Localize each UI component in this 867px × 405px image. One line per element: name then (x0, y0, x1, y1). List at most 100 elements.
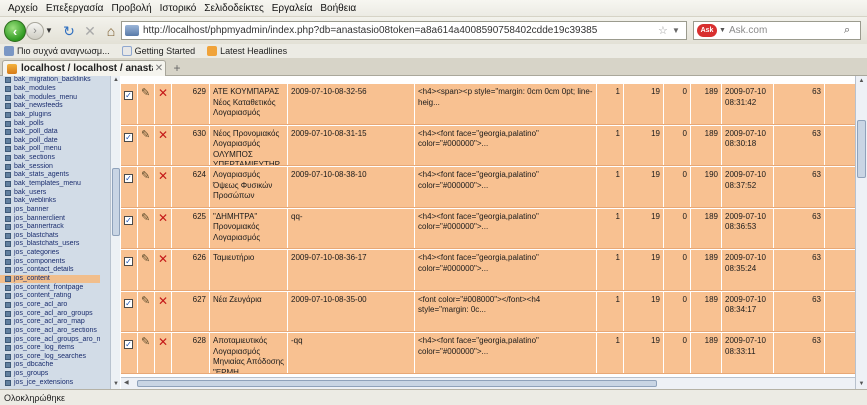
table-icon[interactable] (5, 336, 11, 343)
delete-x-icon[interactable]: ✕ (158, 211, 168, 225)
sidebar-table-label[interactable]: bak_weblinks (14, 197, 56, 205)
row-checkbox[interactable]: ✓ (124, 215, 133, 225)
sidebar-table-item[interactable]: jos_core_log_items (0, 344, 100, 353)
menu-view[interactable]: Προβολή (107, 3, 155, 14)
table-icon[interactable] (5, 155, 11, 162)
url-dropdown-icon[interactable]: ▼ (672, 26, 686, 35)
table-icon[interactable] (5, 77, 11, 84)
home-icon[interactable]: ⌂ (103, 23, 119, 39)
reload-icon[interactable]: ↻ (61, 23, 77, 39)
sidebar-table-label[interactable]: bak_poll_menu (14, 145, 61, 153)
delete-x-icon[interactable]: ✕ (158, 294, 168, 308)
sidebar-table-label[interactable]: bak_migration_backlinks (14, 76, 91, 84)
sidebar-table-item[interactable]: bak_sections (0, 154, 100, 163)
sidebar-table-label[interactable]: jos_categories (14, 249, 59, 257)
sidebar-table-item[interactable]: bak_users (0, 188, 100, 197)
sidebar-table-label[interactable]: bak_modules_menu (14, 94, 77, 102)
sidebar-table-label[interactable]: jos_components (14, 258, 65, 266)
sidebar-table-label[interactable]: bak_users (14, 189, 46, 197)
vertical-scrollbar[interactable]: ▲ ▼ (855, 76, 867, 389)
sidebar-table-label[interactable]: jos_core_log_searches (14, 353, 86, 361)
table-icon[interactable] (5, 371, 11, 378)
table-icon[interactable] (5, 293, 11, 300)
sidebar-table-label[interactable]: jos_core_acl_groups_aro_map (14, 336, 100, 344)
sidebar-table-label[interactable]: jos_core_log_items (14, 344, 74, 352)
table-row[interactable]: ✓ ✎ ✕ 626 Ταμιευτήριο 2009-07-10-08-36-17 <h4>… (121, 250, 855, 291)
bookmark-star-icon[interactable]: ☆ (658, 24, 672, 37)
sidebar-table-item[interactable]: jos_banner (0, 206, 100, 215)
table-icon[interactable] (5, 94, 11, 101)
scroll-up-icon[interactable]: ▲ (111, 76, 121, 85)
sidebar-table-label[interactable]: jos_dbcache (14, 361, 53, 369)
sidebar-table-label[interactable]: jos_banner (14, 206, 49, 214)
sidebar-table-label[interactable]: bak_poll_data (14, 128, 58, 136)
sidebar-table-item[interactable]: bak_migration_backlinks (0, 76, 100, 85)
row-checkbox[interactable]: ✓ (124, 340, 133, 349)
menu-file[interactable]: Αρχείο (4, 3, 42, 14)
edit-pencil-icon[interactable]: ✎ (141, 170, 150, 182)
row-checkbox[interactable]: ✓ (124, 132, 133, 142)
sidebar-table-label[interactable]: bak_session (14, 163, 53, 171)
table-icon[interactable] (5, 345, 11, 352)
sidebar-table-item[interactable]: jos_categories (0, 249, 100, 258)
delete-x-icon[interactable]: ✕ (158, 169, 168, 183)
sidebar-table-item[interactable]: bak_poll_menu (0, 145, 100, 154)
table-row[interactable]: ✓ ✎ ✕ 628 Αποταμιευτικός Λογαριασμός Μηνιαία… (121, 333, 855, 374)
row-checkbox[interactable]: ✓ (124, 174, 133, 183)
sidebar-table-label[interactable]: jos_contact_details (14, 266, 74, 274)
sidebar-table-item[interactable]: jos_contact_details (0, 266, 100, 275)
table-icon[interactable] (5, 267, 11, 274)
menu-help[interactable]: Βοήθεια (316, 3, 360, 14)
table-icon[interactable] (5, 310, 11, 317)
sidebar-table-item[interactable]: bak_modules (0, 85, 100, 94)
sidebar-table-label[interactable]: jos_blastchats_users (14, 240, 79, 248)
table-icon[interactable] (5, 250, 11, 257)
table-icon[interactable] (5, 111, 11, 118)
table-icon[interactable] (5, 137, 11, 144)
table-icon[interactable] (5, 163, 11, 170)
table-icon[interactable] (5, 146, 11, 153)
table-icon[interactable] (5, 215, 11, 222)
table-icon[interactable] (5, 224, 11, 231)
sidebar-table-label[interactable]: jos_bannerclient (14, 215, 65, 223)
table-row[interactable]: ✓ ✎ ✕ 627 Νέα Ζευγάρια 2009-07-10-08-35-00 <fo… (121, 291, 855, 332)
search-engine-icon[interactable]: Ask (697, 24, 717, 37)
sidebar-table-item[interactable]: bak_newsfeeds (0, 102, 100, 111)
sidebar-table-item[interactable]: jos_core_acl_aro_groups (0, 309, 100, 318)
sidebar-table-label[interactable]: bak_stats_agents (14, 171, 69, 179)
stop-icon[interactable]: ✕ (82, 23, 98, 39)
sidebar-table-item[interactable]: jos_blastchats (0, 232, 100, 241)
sidebar-table-item[interactable]: bak_poll_data (0, 128, 100, 137)
table-icon[interactable] (5, 181, 11, 187)
table-icon[interactable] (5, 103, 11, 110)
sidebar-table-label[interactable]: jos_blastchats (14, 232, 58, 240)
sidebar-table-item[interactable]: jos_bannerclient (0, 214, 100, 223)
sidebar-table-item[interactable]: jos_core_acl_aro (0, 301, 100, 310)
sidebar-table-item[interactable]: bak_templates_menu (0, 180, 100, 189)
sidebar-table-label[interactable]: bak_polls (14, 120, 44, 128)
sidebar-table-label[interactable]: bak_plugins (14, 111, 51, 119)
sidebar-table-item[interactable]: bak_stats_agents (0, 171, 100, 180)
history-dropdown-icon[interactable]: ▼ (45, 26, 53, 35)
table-icon[interactable] (5, 85, 11, 92)
sidebar-table-label[interactable]: bak_newsfeeds (14, 102, 63, 110)
sidebar-table-item[interactable]: jos_core_acl_aro_map (0, 318, 100, 327)
menu-edit[interactable]: Επεξεργασία (42, 3, 108, 14)
table-icon[interactable] (5, 172, 11, 179)
edit-pencil-icon[interactable]: ✎ (141, 129, 150, 141)
edit-pencil-icon[interactable]: ✎ (141, 87, 150, 99)
sidebar-table-label[interactable]: bak_modules (14, 85, 56, 93)
delete-x-icon[interactable]: ✕ (158, 335, 168, 349)
sidebar-table-label[interactable]: bak_poll_date (14, 137, 58, 145)
sidebar-table-item[interactable]: bak_poll_date (0, 136, 100, 145)
sidebar-table-item[interactable]: jos_components (0, 257, 100, 266)
table-row[interactable]: ✓ ✎ ✕ 624 Λογαριασμός Όψεως Φυσικών Προσώπων… (121, 167, 855, 208)
table-row[interactable]: ✓ ✎ ✕ 629 ΑΤΕ ΚΟΥΜΠΑΡΑΣ Νέος Καταθετικός Λογ… (121, 84, 855, 125)
sidebar-table-item[interactable]: jos_content_rating (0, 292, 100, 301)
sidebar-table-item[interactable]: jos_dbcache (0, 361, 100, 370)
delete-x-icon[interactable]: ✕ (158, 128, 168, 142)
search-icon[interactable]: ⌕ (844, 24, 860, 37)
sidebar-table-item[interactable]: bak_modules_menu (0, 93, 100, 102)
close-tab-icon[interactable]: ✕ (153, 63, 165, 74)
bookmark-getting-started[interactable]: Getting Started (121, 46, 195, 56)
